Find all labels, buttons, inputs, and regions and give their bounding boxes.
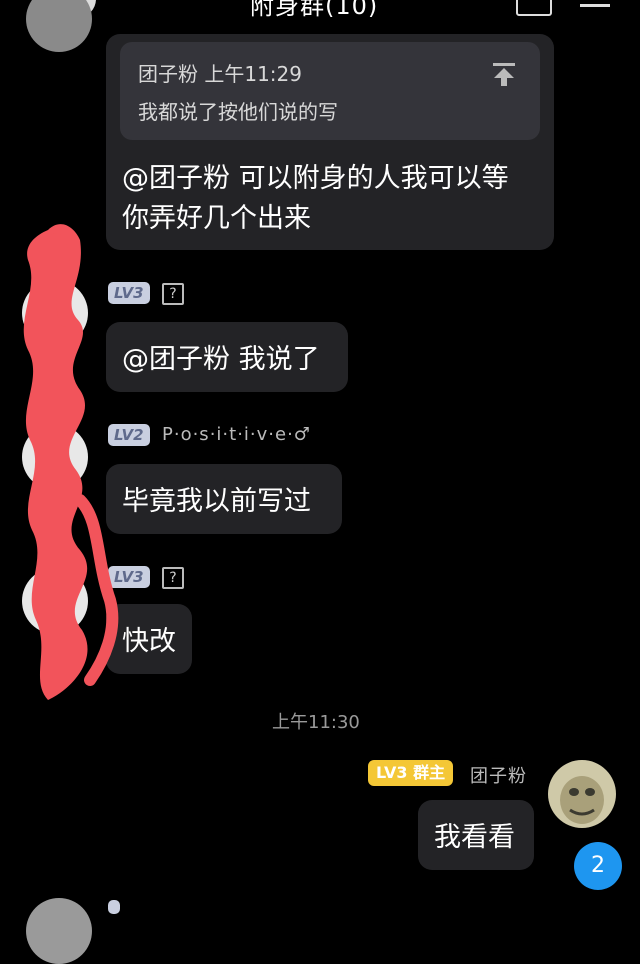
message-text: @团子粉 可以附身的人我可以等: [122, 163, 509, 194]
own-nickname: 团子粉: [470, 766, 527, 787]
unread-count-badge[interactable]: 2: [574, 842, 622, 890]
menu-icon[interactable]: [580, 4, 610, 7]
own-avatar[interactable]: [548, 760, 616, 828]
help-icon[interactable]: ?: [162, 283, 184, 305]
owner-level-badge: LV3 群主: [368, 760, 454, 786]
level-badge: [108, 900, 120, 914]
message-text: @团子粉 我说了: [122, 344, 320, 375]
message-text: 我看看: [434, 822, 515, 853]
sender-nickname: P·o·s·i·t·i·v·e·♂: [162, 424, 311, 445]
message-text: 你弄好几个出来: [122, 203, 311, 234]
chat-title: 附身群(10): [250, 0, 379, 20]
quote-meta: 团子粉 上午11:29: [138, 62, 302, 86]
quoted-message[interactable]: [120, 42, 540, 140]
message-text: 毕竟我以前写过: [122, 486, 311, 517]
jump-to-top-icon[interactable]: [490, 60, 518, 88]
redaction-scribble: [23, 224, 119, 700]
time-divider: 上午11:30: [272, 712, 360, 733]
inbox-icon[interactable]: [516, 0, 552, 16]
help-icon[interactable]: ?: [162, 567, 184, 589]
quote-text: 我都说了按他们说的写: [138, 100, 338, 124]
